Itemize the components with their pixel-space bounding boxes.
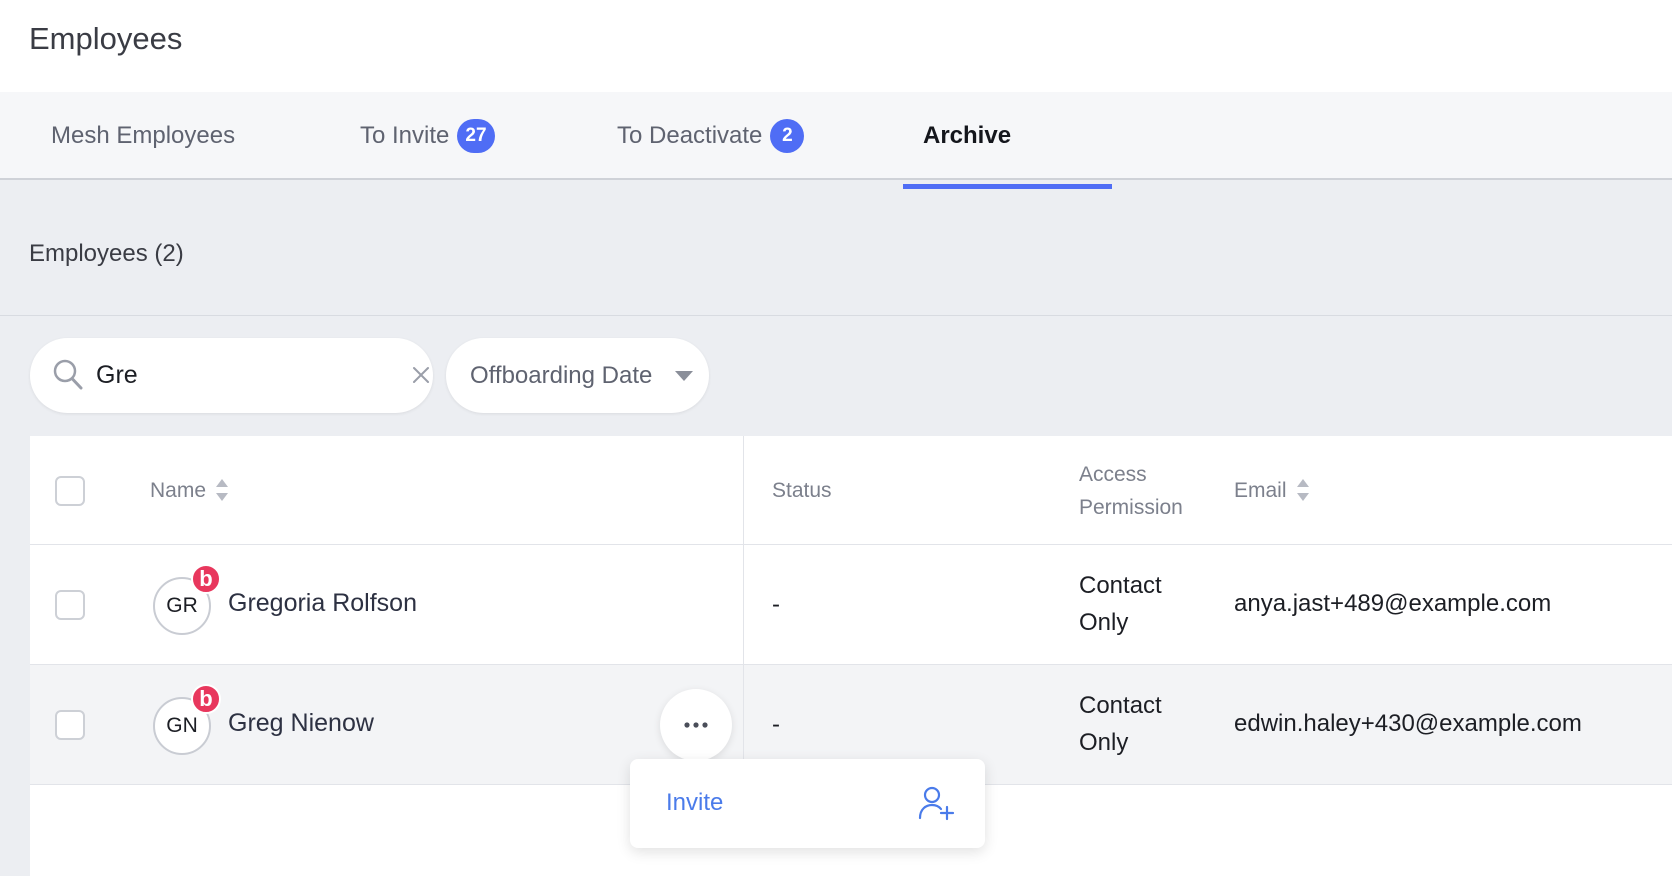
column-header-name[interactable]: Name — [150, 474, 229, 507]
search-icon — [53, 359, 83, 390]
status-value: - — [772, 711, 780, 738]
table-header: Name Status Access Permission Email — [30, 436, 1672, 545]
avatar-initials: GN — [166, 714, 198, 737]
row-checkbox[interactable] — [55, 590, 85, 620]
integration-badge-icon: b — [191, 684, 221, 714]
tab-label: To Deactivate — [617, 122, 763, 149]
row-actions-button[interactable] — [660, 689, 732, 761]
filter-label: Offboarding Date — [470, 361, 653, 389]
email-value: anya.jast+489@example.com — [1234, 590, 1552, 617]
section-title: Employees (2) — [29, 240, 184, 267]
search-input[interactable] — [96, 356, 376, 394]
column-label: Name — [150, 479, 207, 502]
tab-bar: Mesh Employees To Invite 27 To Deactivat… — [0, 92, 1672, 180]
more-horizontal-icon — [684, 722, 708, 728]
column-header-email[interactable]: Email — [1234, 474, 1309, 507]
access-line: Only — [1079, 609, 1129, 636]
row-checkbox[interactable] — [55, 710, 85, 740]
access-line: Only — [1079, 729, 1129, 756]
add-user-icon — [918, 786, 955, 821]
page-title: Employees — [29, 21, 183, 56]
avatar-initials: GR — [166, 594, 198, 617]
active-tab-indicator — [903, 184, 1112, 189]
tab-to-deactivate[interactable]: To Deactivate 2 — [617, 92, 805, 180]
email-value: edwin.haley+430@example.com — [1234, 710, 1582, 737]
access-line: Contact — [1079, 692, 1162, 719]
tab-label: To Invite — [360, 122, 450, 149]
sort-icon — [216, 479, 229, 503]
count-badge: 27 — [457, 119, 495, 153]
employee-name[interactable]: Greg Nienow — [228, 709, 374, 738]
menu-item-label: Invite — [666, 789, 724, 816]
top-bar: Employees — [0, 0, 1672, 92]
menu-item-invite[interactable]: Invite — [630, 759, 985, 848]
row-actions-menu: Invite — [630, 759, 985, 848]
close-icon[interactable] — [411, 365, 431, 385]
column-header-status: Status — [772, 474, 832, 507]
status-value: - — [772, 591, 780, 618]
column-label: Access — [1079, 463, 1147, 486]
tab-mesh-employees[interactable]: Mesh Employees — [51, 92, 235, 180]
access-line: Contact — [1079, 572, 1162, 599]
select-all-checkbox[interactable] — [55, 476, 85, 506]
tab-label: Archive — [923, 122, 1012, 149]
tab-label: Mesh Employees — [51, 122, 236, 149]
access-permission-value: Contact Only — [1079, 567, 1162, 641]
integration-badge-icon: b — [191, 564, 221, 594]
tab-archive[interactable]: Archive — [923, 92, 1011, 180]
column-label: Permission — [1079, 496, 1183, 519]
offboarding-date-filter[interactable]: Offboarding Date — [446, 338, 709, 413]
column-header-access-permission: Access Permission — [1079, 458, 1183, 524]
employee-name[interactable]: Gregoria Rolfson — [228, 589, 417, 618]
divider — [0, 315, 1672, 316]
sort-icon — [1296, 479, 1309, 503]
chevron-down-icon — [675, 371, 693, 381]
count-badge: 2 — [770, 119, 805, 153]
tab-to-invite[interactable]: To Invite 27 — [360, 92, 495, 180]
column-label: Email — [1234, 479, 1287, 502]
access-permission-value: Contact Only — [1079, 687, 1162, 761]
column-divider — [743, 436, 744, 786]
search-box — [30, 338, 433, 413]
column-label: Status — [772, 479, 832, 502]
table-row[interactable]: GR b Gregoria Rolfson - Contact Only any… — [30, 545, 1672, 665]
